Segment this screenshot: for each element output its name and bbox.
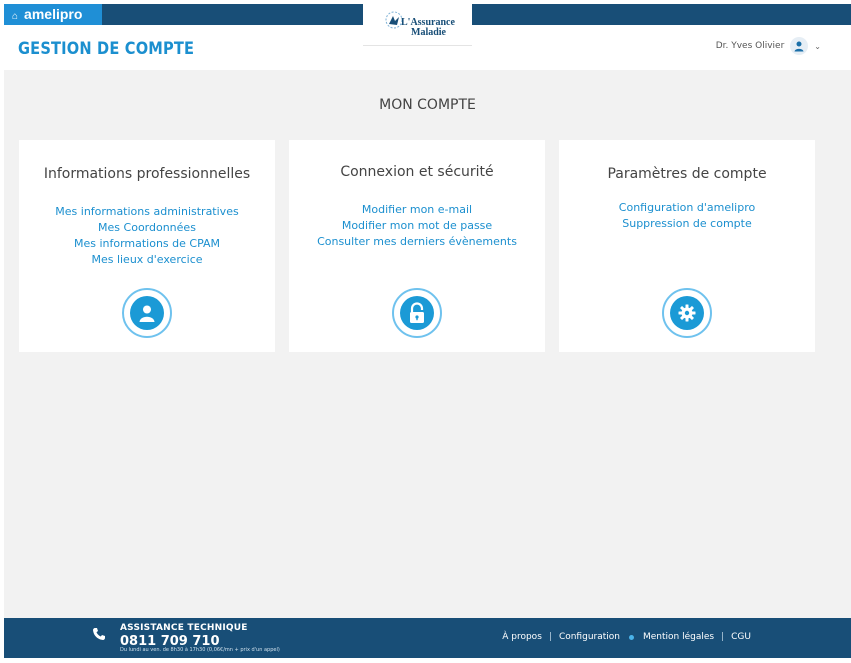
brand-name: amelipro [24, 6, 83, 22]
footer-link-a-propos[interactable]: À propos [502, 632, 542, 642]
logo-line-2: Maladie [411, 27, 446, 38]
link-mes-informations-cpam[interactable]: Mes informations de CPAM [19, 236, 275, 252]
separator: | [721, 632, 725, 642]
amelipro-home-link[interactable]: ⌂ amelipro [4, 4, 102, 25]
card-connexion-securite: Connexion et sécurité Modifier mon e-mai… [289, 140, 545, 352]
padlock-icon [410, 302, 424, 323]
page-title: MON COMPTE [379, 97, 476, 113]
dot-indicator-icon [628, 634, 634, 640]
assistance-hours: Du lundi au ven. de 8h30 à 17h30 (0,06€/… [120, 647, 280, 653]
link-suppression-compte[interactable]: Suppression de compte [559, 216, 815, 232]
phone-icon [93, 628, 105, 640]
lock-icon[interactable] [392, 288, 442, 338]
home-icon: ⌂ [12, 11, 19, 22]
assurance-maladie-logo: L'Assurance Maladie [363, 4, 472, 46]
user-icon[interactable] [122, 288, 172, 338]
card-title: Paramètres de compte [607, 166, 767, 182]
user-avatar-icon [790, 37, 809, 55]
footer-link-configuration[interactable]: Configuration [559, 632, 620, 642]
person-silhouette-icon [139, 305, 155, 322]
link-mes-informations-administratives[interactable]: Mes informations administratives [19, 204, 275, 220]
link-configuration-amelipro[interactable]: Configuration d'amelipro [559, 200, 815, 216]
gear-icon[interactable] [662, 288, 712, 338]
assistance-label: ASSISTANCE TECHNIQUE [120, 623, 248, 633]
link-mes-coordonnees[interactable]: Mes Coordonnées [19, 220, 275, 236]
card-title: Informations professionnelles [43, 166, 251, 182]
person-icon [794, 41, 804, 52]
user-name: Dr. Yves Olivier [715, 41, 785, 51]
footer-links: À propos | Configuration Mention légales… [502, 632, 751, 642]
footer: ASSISTANCE TECHNIQUE 0811 709 710 Du lun… [4, 618, 851, 658]
card-informations-professionnelles: Informations professionnelles Mes inform… [19, 140, 275, 352]
card-links: Mes informations administratives Mes Coo… [19, 204, 275, 268]
card-parametres-compte: Paramètres de compte Configuration d'ame… [559, 140, 815, 352]
card-links: Modifier mon e-mail Modifier mon mot de … [289, 202, 545, 250]
footer-link-cgu[interactable]: CGU [731, 632, 751, 642]
card-links: Configuration d'amelipro Suppression de … [559, 200, 815, 232]
link-modifier-email[interactable]: Modifier mon e-mail [289, 202, 545, 218]
link-modifier-mot-de-passe[interactable]: Modifier mon mot de passe [289, 218, 545, 234]
card-title: Connexion et sécurité [340, 164, 494, 180]
link-derniers-evenements[interactable]: Consulter mes derniers évènements [289, 234, 545, 250]
separator: | [548, 632, 552, 642]
main-content: MON COMPTE Informations professionnelles… [4, 70, 851, 618]
chevron-down-icon: ⌄ [814, 41, 821, 51]
cog-icon [678, 304, 696, 322]
link-mes-lieux-exercice[interactable]: Mes lieux d'exercice [19, 252, 275, 268]
footer-link-mention-legales[interactable]: Mention légales [643, 632, 714, 642]
user-menu[interactable]: Dr. Yves Olivier ⌄ [716, 37, 821, 55]
page-section-title: GESTION DE COMPTE [18, 39, 195, 59]
